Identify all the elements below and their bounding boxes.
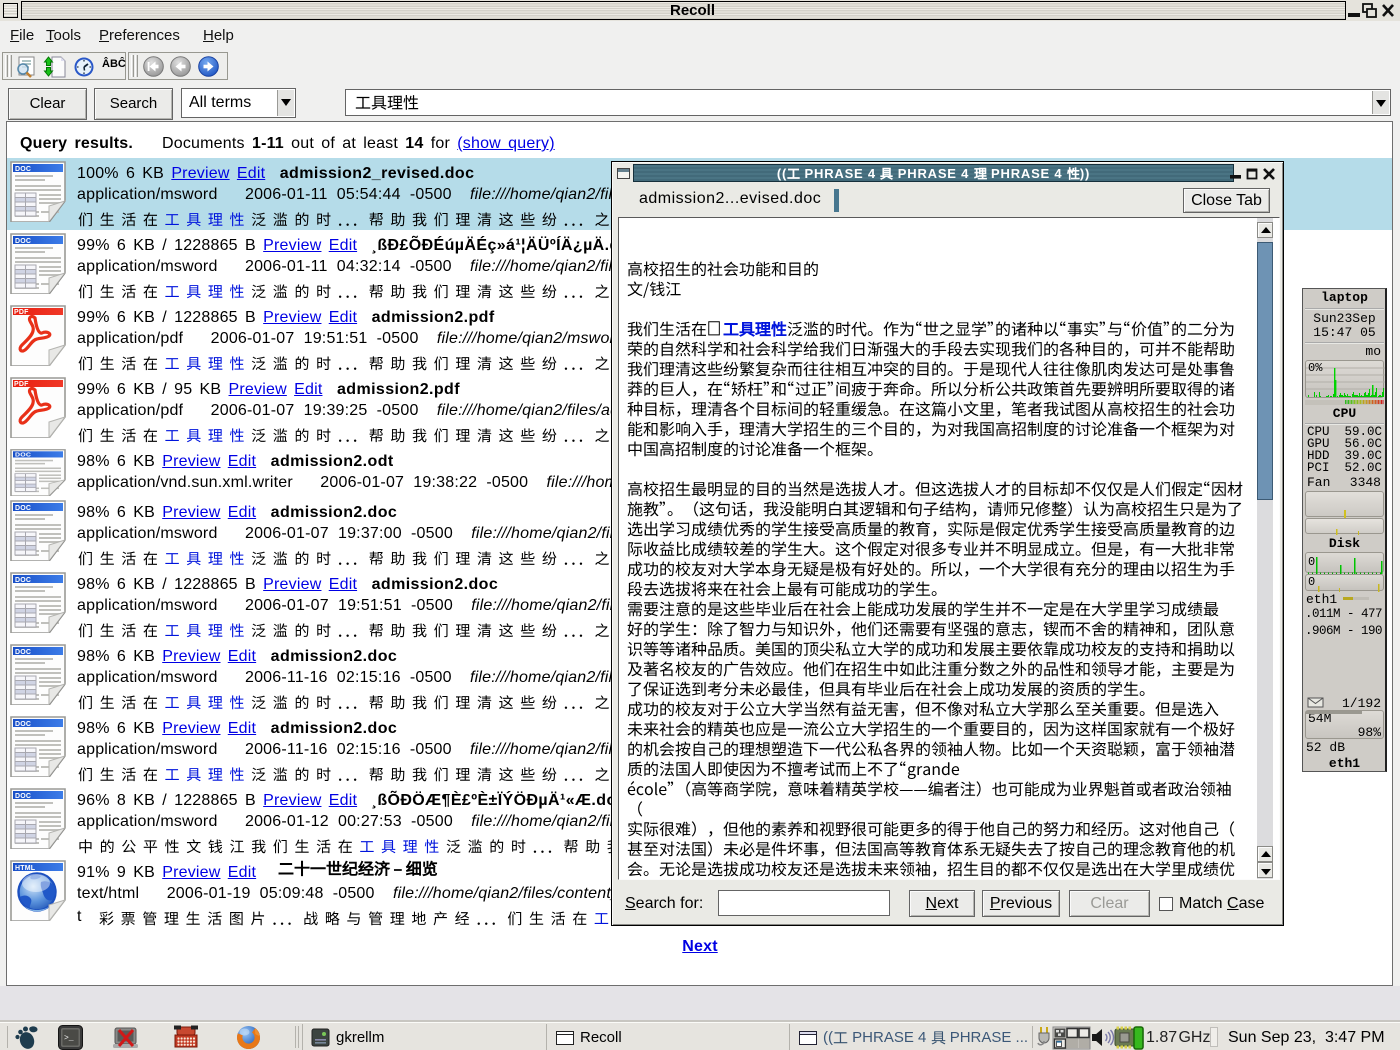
- svg-text:>_: >_: [64, 1034, 74, 1043]
